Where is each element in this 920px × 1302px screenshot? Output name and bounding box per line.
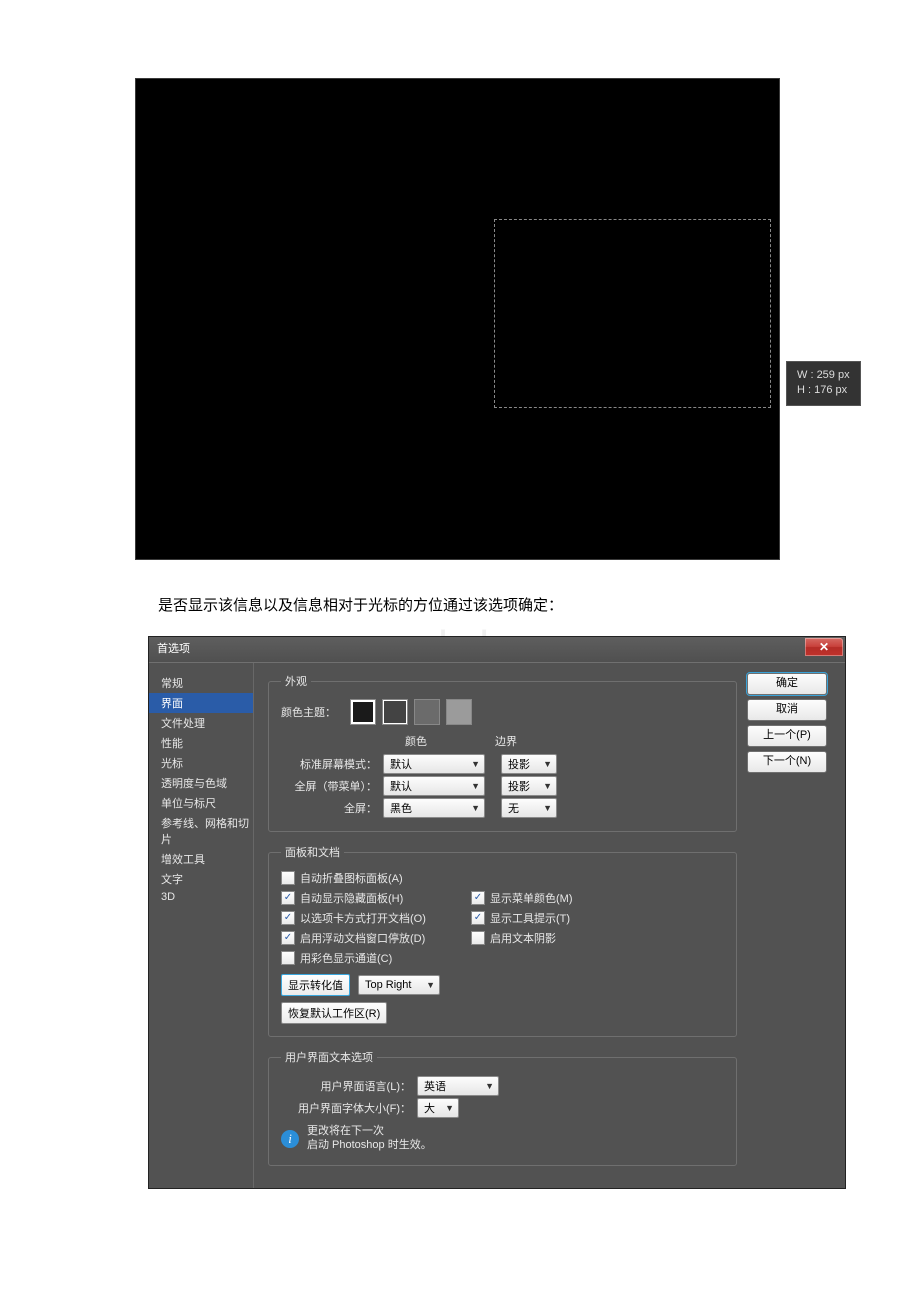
dialog-titlebar: 首选项 ✕ bbox=[149, 637, 845, 663]
tooltip-h-value: 176 px bbox=[814, 384, 847, 396]
checkbox-icon bbox=[281, 951, 295, 965]
next-button[interactable]: 下一个(N) bbox=[747, 751, 827, 773]
close-button[interactable]: ✕ bbox=[805, 638, 843, 656]
column-border-header: 边界 bbox=[471, 733, 541, 749]
info-text: 更改将在下一次 启动 Photoshop 时生效。 bbox=[307, 1125, 432, 1153]
appearance-group: 外观 颜色主题： 颜色 边界 bbox=[268, 673, 737, 832]
checkbox-icon bbox=[281, 911, 295, 925]
row-standard-label: 标准屏幕模式： bbox=[281, 756, 383, 772]
sidebar-item-cursors[interactable]: 光标 bbox=[149, 753, 253, 773]
row-fullmenu-label: 全屏（带菜单）： bbox=[281, 778, 383, 794]
cancel-button[interactable]: 取消 bbox=[747, 699, 827, 721]
uitext-legend: 用户界面文本选项 bbox=[281, 1049, 377, 1065]
chevron-down-icon: ▼ bbox=[471, 803, 480, 813]
chevron-down-icon: ▼ bbox=[445, 1103, 454, 1113]
sidebar-item-transparency[interactable]: 透明度与色域 bbox=[149, 773, 253, 793]
panels-group: 面板和文档 自动折叠图标面板(A) 自动显示隐藏面板(H) 显示菜单颜色(M) … bbox=[268, 844, 737, 1037]
dialog-button-column: 确定 取消 上一个(P) 下一个(N) bbox=[747, 663, 845, 1188]
row-standard-border-select[interactable]: 投影▼ bbox=[501, 754, 557, 774]
checkbox-icon bbox=[281, 871, 295, 885]
cb-colorchannels[interactable]: 用彩色显示通道(C) bbox=[281, 950, 461, 966]
chevron-down-icon: ▼ bbox=[471, 781, 480, 791]
chevron-down-icon: ▼ bbox=[426, 980, 435, 990]
tooltip-w-label: W : bbox=[797, 369, 814, 381]
sidebar-item-interface[interactable]: 界面 bbox=[149, 693, 253, 713]
theme-swatch-mediumdark[interactable] bbox=[382, 699, 408, 725]
chevron-down-icon: ▼ bbox=[543, 781, 552, 791]
sidebar-item-filehandling[interactable]: 文件处理 bbox=[149, 713, 253, 733]
ui-lang-label: 用户界面语言(L)： bbox=[281, 1078, 417, 1094]
info-icon: i bbox=[281, 1130, 299, 1148]
row-fullmenu-color-select[interactable]: 默认▼ bbox=[383, 776, 485, 796]
cb-textshadow[interactable]: 启用文本阴影 bbox=[471, 930, 651, 946]
appearance-legend: 外观 bbox=[281, 673, 311, 689]
chevron-down-icon: ▼ bbox=[543, 759, 552, 769]
chevron-down-icon: ▼ bbox=[543, 803, 552, 813]
checkbox-icon bbox=[471, 911, 485, 925]
reset-workspaces-button[interactable]: 恢复默认工作区(R) bbox=[281, 1002, 387, 1024]
sidebar-item-guides[interactable]: 参考线、网格和切片 bbox=[149, 813, 253, 849]
checkbox-icon bbox=[471, 931, 485, 945]
caption-text: 是否显示该信息以及信息相对于光标的方位通过该选项确定： bbox=[158, 594, 780, 618]
ok-button[interactable]: 确定 bbox=[747, 673, 827, 695]
row-full-color-select[interactable]: 黑色▼ bbox=[383, 798, 485, 818]
tooltip-w-value: 259 px bbox=[817, 369, 850, 381]
prev-button[interactable]: 上一个(P) bbox=[747, 725, 827, 747]
column-color-header: 颜色 bbox=[361, 733, 471, 749]
panels-legend: 面板和文档 bbox=[281, 844, 344, 860]
sidebar-item-3d[interactable]: 3D bbox=[149, 889, 253, 905]
cb-autocollapse[interactable]: 自动折叠图标面板(A) bbox=[281, 870, 461, 886]
sidebar-item-general[interactable]: 常规 bbox=[149, 673, 253, 693]
theme-swatch-light[interactable] bbox=[446, 699, 472, 725]
cb-menucolor[interactable]: 显示菜单颜色(M) bbox=[471, 890, 651, 906]
dialog-title: 首选项 bbox=[157, 643, 190, 655]
checkbox-icon bbox=[471, 891, 485, 905]
category-sidebar: 常规 界面 文件处理 性能 光标 透明度与色域 单位与标尺 参考线、网格和切片 … bbox=[149, 663, 254, 1188]
sidebar-item-performance[interactable]: 性能 bbox=[149, 733, 253, 753]
chevron-down-icon: ▼ bbox=[485, 1081, 494, 1091]
marquee-selection bbox=[494, 219, 771, 408]
theme-swatch-dark[interactable] bbox=[350, 699, 376, 725]
cb-opentabs[interactable]: 以选项卡方式打开文档(O) bbox=[281, 910, 461, 926]
checkbox-icon bbox=[281, 931, 295, 945]
checkbox-icon bbox=[281, 891, 295, 905]
transform-values-select[interactable]: Top Right▼ bbox=[358, 975, 440, 995]
dimension-tooltip: W : 259 px H : 176 px bbox=[786, 361, 861, 406]
row-full-label: 全屏： bbox=[281, 800, 383, 816]
cb-floatdock[interactable]: 启用浮动文档窗口停放(D) bbox=[281, 930, 461, 946]
canvas-area: W : 259 px H : 176 px bbox=[135, 78, 780, 560]
ui-lang-select[interactable]: 英语▼ bbox=[417, 1076, 499, 1096]
uitext-group: 用户界面文本选项 用户界面语言(L)： 英语▼ 用户界面字体大小(F)： 大▼ … bbox=[268, 1049, 737, 1166]
preferences-dialog: 首选项 ✕ 常规 界面 文件处理 性能 光标 透明度与色域 单位与标尺 参考线、… bbox=[148, 636, 846, 1189]
theme-label: 颜色主题： bbox=[281, 704, 336, 720]
cb-tooltips[interactable]: 显示工具提示(T) bbox=[471, 910, 651, 926]
tooltip-h-label: H : bbox=[797, 384, 811, 396]
transform-values-label: 显示转化值 bbox=[281, 974, 350, 996]
dialog-main: 外观 颜色主题： 颜色 边界 bbox=[254, 663, 747, 1188]
ui-size-select[interactable]: 大▼ bbox=[417, 1098, 459, 1118]
row-standard-color-select[interactable]: 默认▼ bbox=[383, 754, 485, 774]
ui-size-label: 用户界面字体大小(F)： bbox=[281, 1100, 417, 1116]
sidebar-item-units[interactable]: 单位与标尺 bbox=[149, 793, 253, 813]
cb-autoshow[interactable]: 自动显示隐藏面板(H) bbox=[281, 890, 461, 906]
theme-swatch-medium[interactable] bbox=[414, 699, 440, 725]
sidebar-item-type[interactable]: 文字 bbox=[149, 869, 253, 889]
row-fullmenu-border-select[interactable]: 投影▼ bbox=[501, 776, 557, 796]
sidebar-item-plugins[interactable]: 增效工具 bbox=[149, 849, 253, 869]
row-full-border-select[interactable]: 无▼ bbox=[501, 798, 557, 818]
chevron-down-icon: ▼ bbox=[471, 759, 480, 769]
